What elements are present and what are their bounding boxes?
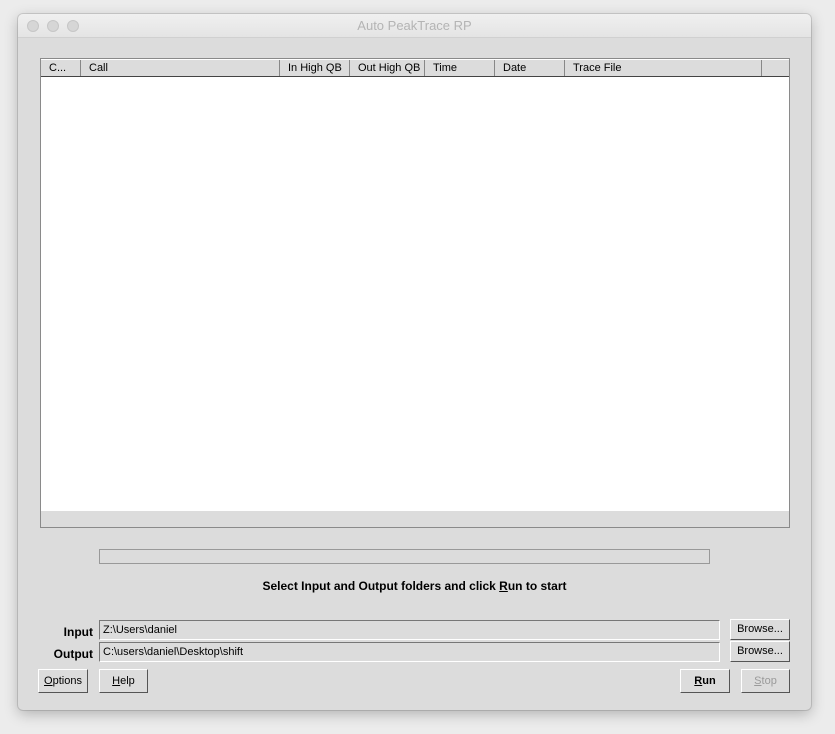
column-header-c[interactable]: C... bbox=[41, 60, 81, 76]
status-text-end: un to start bbox=[507, 579, 567, 593]
output-folder-field[interactable]: C:\users\daniel\Desktop\shift bbox=[99, 642, 720, 662]
help-button[interactable]: Help bbox=[99, 669, 148, 693]
run-button[interactable]: Run bbox=[680, 669, 730, 693]
column-header-time[interactable]: Time bbox=[425, 60, 495, 76]
column-header-in-high-qb[interactable]: In High QB bbox=[280, 60, 350, 76]
column-header-filler bbox=[762, 60, 789, 76]
horizontal-scrollbar[interactable] bbox=[41, 511, 789, 527]
app-window: Auto PeakTrace RP C... Call In High QB O… bbox=[18, 14, 811, 710]
input-browse-button[interactable]: Browse... bbox=[730, 619, 790, 640]
progress-bar bbox=[99, 549, 710, 564]
column-header-trace-file[interactable]: Trace File bbox=[565, 60, 762, 76]
column-header-out-high-qb[interactable]: Out High QB bbox=[350, 60, 425, 76]
title-bar: Auto PeakTrace RP bbox=[18, 14, 811, 38]
output-label: Output bbox=[53, 647, 93, 661]
results-table[interactable]: C... Call In High QB Out High QB Time Da… bbox=[40, 58, 790, 528]
status-message: Select Input and Output folders and clic… bbox=[18, 579, 811, 593]
options-button[interactable]: Options bbox=[38, 669, 88, 693]
stop-button[interactable]: Stop bbox=[741, 669, 790, 693]
column-header-date[interactable]: Date bbox=[495, 60, 565, 76]
status-mnemonic: R bbox=[499, 579, 508, 593]
input-folder-field[interactable]: Z:\Users\daniel bbox=[99, 620, 720, 640]
window-title: Auto PeakTrace RP bbox=[357, 18, 472, 33]
table-header: C... Call In High QB Out High QB Time Da… bbox=[41, 60, 789, 77]
status-text: Select Input and Output folders and clic… bbox=[262, 579, 500, 593]
output-browse-button[interactable]: Browse... bbox=[730, 641, 790, 662]
column-header-call[interactable]: Call bbox=[81, 60, 280, 76]
input-label: Input bbox=[63, 625, 93, 639]
